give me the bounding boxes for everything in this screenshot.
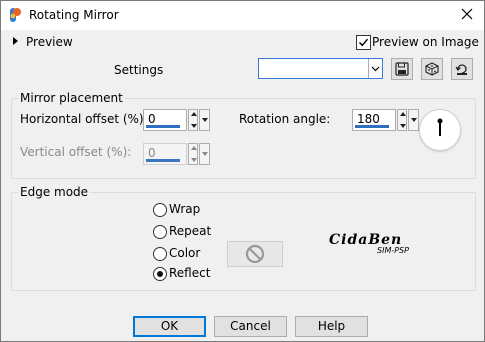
cidaben-watermark: CidaBen SIM-PSP — [329, 233, 415, 257]
randomize-button[interactable] — [421, 58, 443, 80]
slider-dropdown-icon[interactable] — [199, 143, 210, 165]
spin-up-down-icon[interactable] — [188, 109, 198, 131]
radio-wrap-label[interactable]: Wrap — [169, 202, 200, 216]
expand-preview-chevron-icon[interactable] — [13, 37, 18, 45]
reset-icon — [455, 64, 467, 75]
ok-button[interactable]: OK — [133, 316, 206, 337]
watermark-subtitle: SIM-PSP — [377, 246, 409, 255]
angle-needle-icon — [437, 118, 443, 136]
watermark-signature: CidaBen — [329, 232, 403, 248]
spin-up-down-icon[interactable] — [188, 143, 198, 165]
slider-dropdown-icon[interactable] — [199, 109, 210, 131]
close-icon[interactable] — [458, 5, 476, 23]
radio-repeat[interactable] — [153, 225, 167, 239]
spin-up-down-icon[interactable] — [397, 109, 407, 131]
dialog-window: Rotating Mirror Preview Preview on Image… — [0, 0, 485, 342]
radio-color[interactable] — [153, 247, 167, 261]
edge-color-swatch[interactable] — [227, 241, 283, 267]
radio-repeat-label[interactable]: Repeat — [169, 224, 211, 238]
save-preset-button[interactable] — [391, 58, 413, 80]
preview-toggle-label[interactable]: Preview — [26, 35, 73, 49]
radio-reflect-label[interactable]: Reflect — [169, 266, 210, 280]
help-button[interactable]: Help — [295, 316, 368, 337]
mirror-placement-title: Mirror placement — [18, 91, 125, 105]
window-title: Rotating Mirror — [29, 8, 119, 22]
radio-reflect[interactable] — [153, 267, 167, 281]
radio-wrap[interactable] — [153, 203, 167, 217]
value-slider-bar[interactable] — [355, 125, 389, 128]
no-color-prohibited-icon — [245, 244, 265, 264]
rotation-angle-input[interactable]: 180 — [352, 109, 396, 131]
title-bar: Rotating Mirror — [1, 1, 484, 30]
checkmark-icon — [358, 38, 369, 47]
rotation-angle-value: 180 — [357, 112, 380, 126]
horizontal-offset-input[interactable]: 0 — [143, 109, 187, 131]
edge-mode-title: Edge mode — [18, 185, 91, 199]
horizontal-offset-value: 0 — [148, 112, 156, 126]
preview-on-image-label: Preview on Image — [372, 35, 479, 49]
rotation-angle-dial[interactable] — [419, 109, 461, 151]
app-logo-icon — [10, 8, 21, 22]
save-icon — [395, 62, 409, 76]
preview-on-image-checkbox[interactable] — [356, 35, 371, 50]
value-slider-bar[interactable] — [146, 159, 180, 162]
randomize-dice-icon — [425, 62, 439, 76]
settings-preset-dropdown[interactable] — [258, 58, 383, 79]
chevron-down-icon[interactable] — [368, 59, 382, 78]
rotation-angle-label: Rotation angle: — [239, 112, 331, 126]
slider-dropdown-icon[interactable] — [408, 109, 419, 131]
reset-button[interactable] — [451, 58, 473, 80]
settings-label: Settings — [114, 63, 164, 77]
vertical-offset-value: 0 — [148, 146, 156, 160]
horizontal-offset-label: Horizontal offset (%): — [20, 112, 148, 126]
vertical-offset-label: Vertical offset (%): — [20, 145, 132, 159]
value-slider-bar[interactable] — [146, 125, 180, 128]
vertical-offset-input[interactable]: 0 — [143, 143, 187, 165]
cancel-button[interactable]: Cancel — [214, 316, 287, 337]
radio-color-label[interactable]: Color — [169, 246, 200, 260]
